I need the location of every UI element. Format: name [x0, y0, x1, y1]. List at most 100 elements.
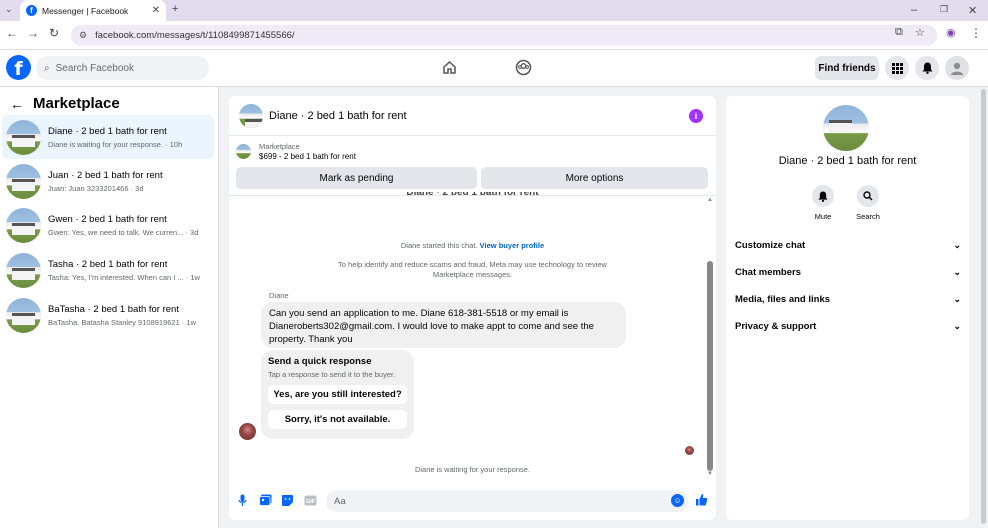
clipped-listing-title: Diane · 2 bed 1 bath for rent — [406, 192, 539, 198]
scam-notice: To help identify and reduce scams and fr… — [229, 260, 716, 280]
conversation-title: Diane · 2 bed 1 bath for rent — [48, 125, 167, 137]
marketplace-label: Marketplace — [259, 142, 300, 151]
forward-icon[interactable]: → — [27, 26, 39, 40]
window-close-icon[interactable]: ✕ — [968, 4, 977, 17]
privacy-support-row[interactable]: Privacy & support ⌄ — [735, 321, 961, 332]
groups-icon[interactable] — [515, 59, 532, 76]
message-input-placeholder: Aa — [334, 495, 346, 507]
chat-started-notice: Diane started this chat. View buyer prof… — [229, 241, 716, 251]
message-line: Dianeroberts302@gmail.com. I would love … — [269, 321, 594, 332]
listing-thumbnail — [6, 119, 41, 155]
tab-list-chevron-icon[interactable]: ⌄ — [5, 4, 13, 15]
cast-icon[interactable]: ⧉ — [895, 26, 903, 39]
thumbs-up-icon[interactable] — [695, 493, 708, 509]
mute-button[interactable] — [812, 185, 834, 207]
listing-price-title: $699 - 2 bed 1 bath for rent — [259, 152, 356, 161]
listing-thumbnail — [236, 144, 251, 159]
marketplace-sidebar: ← Marketplace Diane · 2 bed 1 bath for r… — [0, 87, 219, 528]
quick-response-subtitle: Tap a response to send it to the buyer. — [268, 370, 396, 379]
gif-icon[interactable]: GIF — [304, 495, 317, 509]
sidebar-title: Marketplace — [33, 95, 120, 112]
view-buyer-profile-link[interactable]: View buyer profile — [480, 241, 544, 250]
section-label: Customize chat — [735, 240, 806, 251]
sender-avatar[interactable] — [239, 423, 256, 440]
chat-panel: Diane · 2 bed 1 bath for rent i Marketpl… — [229, 96, 716, 520]
conversation-preview: Juan: Juan 3233201466 · 3d — [48, 183, 144, 193]
notifications-bell-icon[interactable] — [915, 56, 939, 80]
conversation-preview: Tasha: Yes, I'm interested. When can I .… — [48, 272, 200, 282]
url-field[interactable]: ⚙ facebook.com/messages/t/11084998714555… — [71, 25, 937, 46]
svg-text:GIF: GIF — [306, 499, 316, 505]
waiting-status: Diane is waiting for your response. — [414, 465, 531, 474]
tab-close-icon[interactable]: ✕ — [152, 5, 160, 16]
details-title: Diane · 2 bed 1 bath for rent — [778, 155, 917, 167]
chat-started-text: Diane started this chat. — [400, 241, 478, 250]
conversation-item[interactable]: Gwen · 2 bed 1 bath for rent Gwen: Yes, w… — [2, 203, 214, 247]
photo-icon[interactable] — [259, 494, 272, 509]
tab-title: Messenger | Facebook — [42, 5, 129, 16]
mark-as-pending-button[interactable]: Mark as pending — [236, 167, 477, 189]
message-input[interactable]: Aa — [326, 490, 688, 512]
minimize-icon[interactable]: – — [911, 4, 917, 16]
maximize-icon[interactable]: ❐ — [940, 4, 948, 15]
microphone-icon[interactable] — [238, 494, 247, 510]
bookmark-star-icon[interactable]: ☆ — [915, 26, 925, 39]
facebook-search-input[interactable]: ⌕ Search Facebook — [36, 56, 209, 80]
quick-response-still-interested-button[interactable]: Yes, are you still interested? — [268, 385, 407, 404]
search-label: Search — [856, 212, 880, 221]
new-tab-button[interactable]: + — [172, 3, 178, 15]
message-bubble[interactable]: Can you send an application to me. Diane… — [261, 302, 626, 348]
sticker-icon[interactable] — [281, 494, 294, 510]
home-icon[interactable] — [441, 59, 458, 76]
info-icon[interactable]: i — [689, 109, 703, 123]
listing-thumbnail — [6, 252, 41, 288]
find-friends-button[interactable]: Find friends — [815, 56, 879, 80]
message-line: property. Thank you — [269, 334, 353, 345]
listing-thumbnail[interactable] — [823, 105, 869, 151]
conversation-title: Tasha · 2 bed 1 bath for rent — [48, 258, 168, 270]
conversation-item[interactable]: Tasha · 2 bed 1 bath for rent Tasha: Yes,… — [2, 248, 214, 292]
seen-avatar — [685, 446, 694, 455]
chevron-down-icon: ⌄ — [953, 267, 961, 277]
back-arrow-icon[interactable]: ← — [10, 96, 24, 112]
mute-label: Mute — [814, 212, 832, 221]
customize-chat-row[interactable]: Customize chat ⌄ — [735, 240, 961, 251]
scrollbar-thumb[interactable] — [707, 261, 713, 471]
listing-thumbnail — [6, 297, 41, 333]
profile-icon[interactable]: ◉ — [946, 26, 956, 39]
chat-members-row[interactable]: Chat members ⌄ — [735, 267, 961, 278]
chevron-down-icon: ⌄ — [953, 240, 961, 250]
scrollbar-thumb[interactable] — [981, 89, 986, 524]
account-avatar[interactable] — [945, 56, 969, 80]
search-in-chat-button[interactable] — [857, 185, 879, 207]
facebook-logo[interactable]: f — [6, 55, 31, 80]
facebook-header: f ⌕ Search Facebook Find friends — [0, 50, 988, 87]
section-label: Media, files and links — [735, 294, 831, 305]
more-options-button[interactable]: More options — [481, 167, 708, 189]
search-icon: ⌕ — [44, 62, 50, 74]
scroll-down-icon[interactable]: ▼ — [707, 471, 713, 477]
media-files-links-row[interactable]: Media, files and links ⌄ — [735, 294, 961, 305]
conversation-item[interactable]: BaTasha · 2 bed 1 bath for rent BaTasha: … — [2, 293, 214, 337]
chevron-down-icon: ⌄ — [953, 321, 961, 331]
chat-header[interactable]: Diane · 2 bed 1 bath for rent — [229, 96, 716, 136]
emoji-icon[interactable]: ☺ — [671, 494, 684, 507]
quick-response-not-available-button[interactable]: Sorry, it's not available. — [268, 410, 407, 429]
conversation-preview: Diane is waiting for your response. · 10… — [48, 139, 183, 149]
conversation-item[interactable]: Diane · 2 bed 1 bath for rent Diane is wa… — [2, 115, 214, 159]
browser-tab-bar: ⌄ f Messenger | Facebook ✕ + – ❐ ✕ — [0, 0, 988, 21]
sidebar-header: ← Marketplace — [10, 95, 120, 112]
conversation-item[interactable]: Juan · 2 bed 1 bath for rent Juan: Juan 3… — [2, 159, 214, 203]
scroll-up-icon[interactable]: ▲ — [707, 197, 713, 203]
browser-tab[interactable]: f Messenger | Facebook ✕ — [20, 0, 166, 21]
back-icon[interactable]: ← — [6, 26, 18, 40]
chat-title: Diane · 2 bed 1 bath for rent — [269, 109, 407, 122]
site-info-icon[interactable]: ⚙ — [79, 30, 87, 41]
menu-grid-icon[interactable] — [885, 56, 909, 80]
message-line: Can you send an application to me. Diane… — [269, 308, 569, 319]
chat-scrollbar[interactable]: ▲ ▼ — [707, 197, 713, 477]
page-scrollbar[interactable] — [979, 87, 988, 528]
reload-icon[interactable]: ↻ — [49, 26, 59, 40]
listing-summary[interactable]: Marketplace $699 - 2 bed 1 bath for rent — [236, 142, 356, 161]
browser-menu-icon[interactable]: ⋮ — [970, 26, 982, 40]
